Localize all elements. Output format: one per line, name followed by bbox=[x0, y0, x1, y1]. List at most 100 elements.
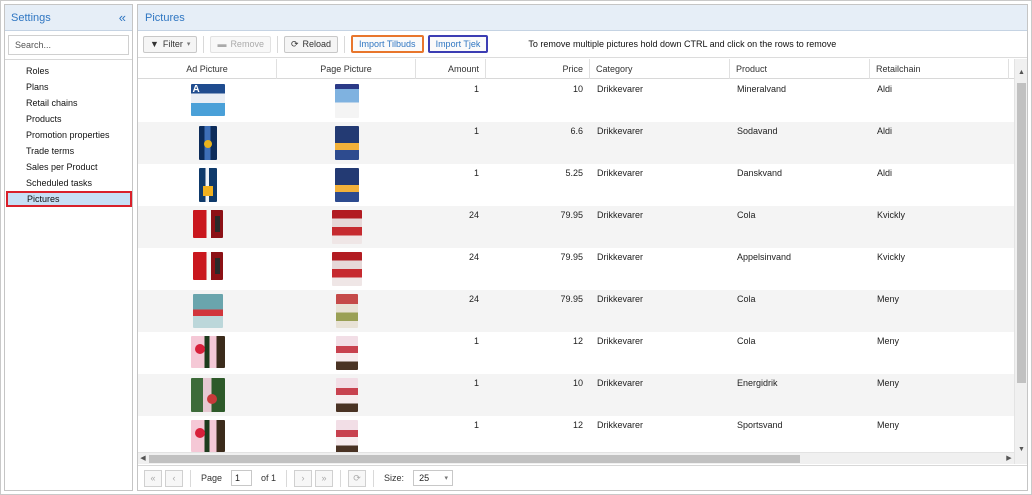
import-tilbuds-button[interactable]: Import Tilbuds bbox=[351, 35, 424, 53]
sidebar-item-plans[interactable]: Plans bbox=[5, 79, 132, 95]
settings-sidebar: Settings « Roles Plans Retail chains Pro… bbox=[4, 4, 133, 491]
table-row[interactable]: 1 5.25 Drikkevarer Danskvand Aldi bbox=[138, 164, 1014, 206]
sidebar-item-scheduled-tasks[interactable]: Scheduled tasks bbox=[5, 175, 132, 191]
last-page-icon[interactable]: » bbox=[315, 469, 334, 487]
table-row[interactable]: 1 12 Drikkevarer Cola Meny bbox=[138, 332, 1014, 374]
retailchain-cell: Aldi bbox=[877, 168, 893, 178]
page-picture-cell bbox=[277, 80, 416, 122]
retailchain-cell: Kvickly bbox=[877, 252, 906, 262]
page-thumbnail bbox=[335, 378, 358, 412]
prev-page-icon[interactable]: ‹ bbox=[165, 469, 183, 487]
category-cell: Drikkevarer bbox=[597, 210, 644, 220]
sidebar-item-products[interactable]: Products bbox=[5, 111, 132, 127]
ad-thumbnail bbox=[192, 210, 223, 238]
ad-picture-cell bbox=[138, 248, 277, 290]
scroll-left-icon[interactable]: ◀ bbox=[138, 453, 148, 465]
sidebar-header: Settings « bbox=[5, 5, 132, 31]
table-row[interactable]: 1 10 Drikkevarer Mineralvand Aldi bbox=[138, 80, 1014, 122]
page-size-select[interactable]: 25 ▾ bbox=[413, 470, 454, 486]
sidebar-search-input[interactable] bbox=[9, 36, 128, 54]
first-page-icon[interactable]: « bbox=[144, 469, 162, 487]
sidebar-item-trade-terms[interactable]: Trade terms bbox=[5, 143, 132, 159]
horizontal-scrollbar[interactable]: ◀ ▶ bbox=[138, 452, 1014, 464]
panel-header: Pictures bbox=[138, 5, 1027, 31]
amount-cell: 1 bbox=[473, 168, 479, 178]
refresh-icon[interactable]: ⟳ bbox=[348, 469, 367, 487]
page-picture-cell bbox=[277, 374, 416, 416]
filter-icon: ▼ bbox=[150, 39, 159, 49]
product-cell: Cola bbox=[737, 336, 756, 346]
table-row[interactable]: 24 79.95 Drikkevarer Appelsinvand Kvickl… bbox=[138, 248, 1014, 290]
amount-cell: 24 bbox=[468, 294, 479, 304]
price-cell: 79.95 bbox=[560, 252, 583, 262]
size-label: Size: bbox=[384, 473, 405, 483]
ad-thumbnail bbox=[198, 126, 217, 160]
price-cell: 12 bbox=[572, 336, 583, 346]
column-page-picture[interactable]: Page Picture bbox=[277, 59, 416, 79]
toolbar-separator bbox=[203, 35, 205, 53]
category-cell: Drikkevarer bbox=[597, 126, 644, 136]
price-cell: 5.25 bbox=[565, 168, 583, 178]
reload-label: Reload bbox=[302, 39, 332, 49]
column-price[interactable]: Price bbox=[486, 59, 590, 79]
column-amount[interactable]: Amount bbox=[416, 59, 486, 79]
remove-button[interactable]: ▬ Remove bbox=[210, 35, 271, 53]
ad-thumbnail bbox=[190, 420, 225, 452]
product-cell: Cola bbox=[737, 294, 756, 304]
page-number-input[interactable] bbox=[231, 470, 253, 486]
double-chevron-left-icon[interactable]: « bbox=[119, 11, 126, 24]
reload-button[interactable]: ⟳ Reload bbox=[283, 35, 339, 53]
column-category[interactable]: Category bbox=[590, 59, 730, 79]
product-cell: Appelsinvand bbox=[737, 252, 792, 262]
price-cell: 10 bbox=[572, 378, 583, 388]
sidebar-item-roles[interactable]: Roles bbox=[5, 63, 132, 79]
pager: « ‹ Page of 1 › » ⟳ Size: 25 ▾ bbox=[138, 465, 1027, 490]
page-label: Page bbox=[201, 473, 223, 483]
table-row[interactable]: 24 79.95 Drikkevarer Cola Kvickly bbox=[138, 206, 1014, 248]
page-picture-cell bbox=[277, 122, 416, 164]
retailchain-cell: Aldi bbox=[877, 126, 893, 136]
scroll-up-icon[interactable]: ▲ bbox=[1015, 67, 1028, 79]
sidebar-item-sales-per-product[interactable]: Sales per Product bbox=[5, 159, 132, 175]
sidebar-item-promotion-properties[interactable]: Promotion properties bbox=[5, 127, 132, 143]
page-thumbnail bbox=[331, 210, 362, 244]
page-of-label: of 1 bbox=[261, 473, 277, 483]
sidebar-list: Roles Plans Retail chains Products Promo… bbox=[5, 60, 132, 207]
next-page-icon[interactable]: › bbox=[294, 469, 313, 487]
page-thumbnail bbox=[334, 84, 359, 118]
panel-title: Pictures bbox=[145, 11, 185, 24]
pager-separator bbox=[286, 469, 288, 487]
product-cell: Sodavand bbox=[737, 126, 778, 136]
refresh-icon: ⟳ bbox=[290, 38, 299, 49]
horizontal-scroll-thumb[interactable] bbox=[149, 455, 800, 463]
minus-icon: ▬ bbox=[217, 39, 227, 49]
table-row[interactable]: 24 79.95 Drikkevarer Cola Meny bbox=[138, 290, 1014, 332]
amount-cell: 24 bbox=[468, 252, 479, 262]
vertical-scrollbar[interactable]: ▲ ▼ bbox=[1014, 59, 1027, 464]
sidebar-item-retail-chains[interactable]: Retail chains bbox=[5, 95, 132, 111]
remove-label: Remove bbox=[230, 39, 264, 49]
column-retailchain[interactable]: Retailchain bbox=[870, 59, 1009, 79]
page-thumbnail bbox=[334, 126, 359, 160]
ad-thumbnail bbox=[190, 378, 225, 412]
ad-picture-cell bbox=[138, 164, 277, 206]
column-ad-picture[interactable]: Ad Picture bbox=[138, 59, 277, 79]
sidebar-item-pictures[interactable]: Pictures bbox=[6, 191, 132, 207]
column-product[interactable]: Product bbox=[730, 59, 870, 79]
table-row[interactable]: 1 6.6 Drikkevarer Sodavand Aldi bbox=[138, 122, 1014, 164]
pictures-grid: Ad Picture Page Picture Amount Price Cat… bbox=[138, 59, 1027, 464]
vertical-scroll-thumb[interactable] bbox=[1017, 83, 1026, 383]
price-cell: 6.6 bbox=[570, 126, 583, 136]
remove-hint: To remove multiple pictures hold down CT… bbox=[528, 39, 837, 49]
ad-picture-cell bbox=[138, 206, 277, 248]
filter-button[interactable]: ▼ Filter ▾ bbox=[143, 35, 198, 53]
page-thumbnail bbox=[335, 420, 358, 454]
import-tjek-button[interactable]: Import Tjek bbox=[427, 35, 489, 53]
ad-picture-cell bbox=[138, 332, 277, 374]
pager-separator bbox=[340, 469, 342, 487]
page-thumbnail bbox=[334, 168, 359, 202]
scroll-right-icon[interactable]: ▶ bbox=[1004, 453, 1014, 465]
scroll-down-icon[interactable]: ▼ bbox=[1015, 444, 1028, 456]
pager-separator bbox=[190, 469, 191, 487]
table-row[interactable]: 1 10 Drikkevarer Energidrik Meny bbox=[138, 374, 1014, 416]
